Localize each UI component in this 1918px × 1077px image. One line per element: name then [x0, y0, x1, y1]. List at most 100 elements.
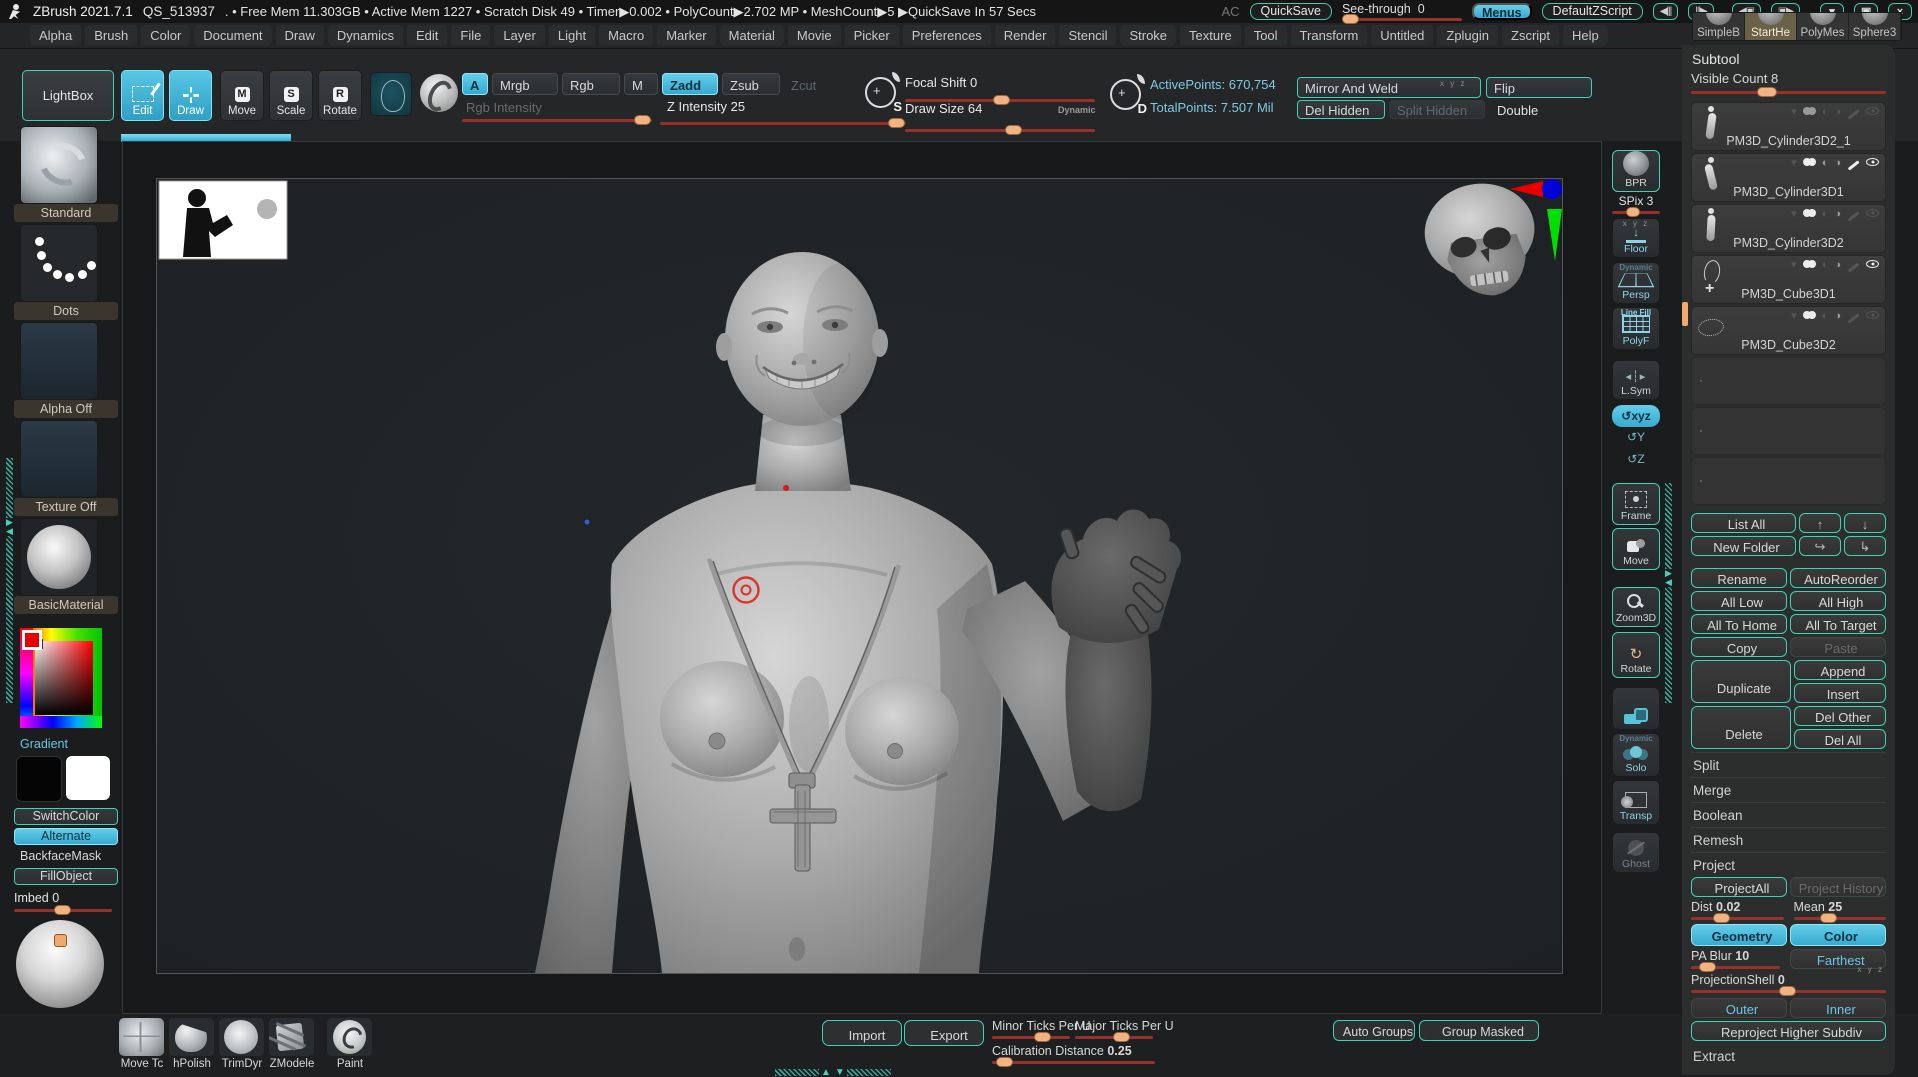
frame-button[interactable]: Frame: [1612, 483, 1660, 525]
mirror-xyz-icon[interactable]: x y z: [1440, 79, 1466, 88]
z-intensity-slider[interactable]: [660, 118, 906, 128]
transp-button[interactable]: Transp: [1612, 780, 1660, 825]
menu-item[interactable]: Picker: [844, 25, 899, 46]
draw-mode-button[interactable]: Draw: [169, 70, 212, 121]
rgb-intensity-handle[interactable]: [634, 115, 651, 125]
menu-item[interactable]: Render: [994, 25, 1056, 46]
inner-button[interactable]: Inner: [1790, 998, 1886, 1018]
menu-item[interactable]: Untitled: [1371, 25, 1434, 46]
subtool-row[interactable]: ▾ ◐ ◑ PM3D_Cube3D2: [1691, 306, 1886, 355]
projection-shell-slider[interactable]: ProjectionShell 0 x y z: [1691, 965, 1886, 996]
left-shelf-thumbnail[interactable]: [20, 518, 98, 596]
brush-edit-icon[interactable]: [1847, 311, 1860, 323]
del-other-button[interactable]: Del Other: [1794, 706, 1886, 726]
color-button[interactable]: Color: [1790, 924, 1886, 946]
menu-item[interactable]: Transform: [1290, 25, 1368, 46]
copy-button[interactable]: Copy: [1691, 637, 1787, 657]
left-shelf-thumbnail[interactable]: [20, 322, 98, 400]
rotate-camera-button[interactable]: ↻ Rotate: [1612, 632, 1660, 678]
subtool-row[interactable]: ▾ ◐ ◑ PM3D_Cylinder3D2_1: [1691, 102, 1886, 151]
imbed-handle[interactable]: [54, 905, 71, 915]
eye-visibility-icon[interactable]: [1866, 158, 1879, 169]
pa-blur-handle[interactable]: [1699, 962, 1716, 972]
minor-ticks-slider[interactable]: Minor Ticks Per U: [992, 1019, 1091, 1042]
quick-brush-item[interactable]: hPolish: [167, 1018, 216, 1070]
rotate-z-button[interactable]: ↺Z: [1620, 452, 1652, 466]
quick-brush-item[interactable]: TrimDyr: [217, 1018, 266, 1070]
double-button[interactable]: Double: [1490, 100, 1564, 119]
scale-mode-button[interactable]: S Scale: [269, 70, 313, 121]
menu-item[interactable]: Help: [1563, 25, 1608, 46]
material-preview-sphere[interactable]: [16, 920, 104, 1008]
edit-mode-button[interactable]: Edit: [121, 70, 164, 121]
del-hidden-button[interactable]: Del Hidden: [1297, 100, 1385, 119]
remesh-section-header[interactable]: Remesh: [1691, 827, 1886, 852]
polypaint-arrow-icon[interactable]: ▾: [1791, 260, 1797, 271]
duplicate-button[interactable]: Duplicate: [1691, 660, 1791, 703]
flip-button[interactable]: Flip: [1486, 77, 1592, 98]
delete-button[interactable]: Delete: [1691, 706, 1791, 749]
split-hidden-button[interactable]: Split Hidden: [1389, 100, 1485, 119]
secondary-color-swatch[interactable]: [66, 756, 110, 800]
outer-button[interactable]: Outer: [1691, 998, 1787, 1018]
visible-count-slider[interactable]: [1691, 87, 1886, 97]
projection-shell-handle[interactable]: [1779, 986, 1796, 996]
project-history-button[interactable]: Project History: [1790, 877, 1886, 897]
group-masked-button[interactable]: Group Masked: [1419, 1020, 1539, 1041]
all-to-target-button[interactable]: All To Target: [1790, 614, 1886, 634]
zcut-button[interactable]: Zcut: [784, 73, 826, 95]
spix-slider[interactable]: [1612, 207, 1660, 217]
switch-color-button[interactable]: SwitchColor: [14, 808, 118, 825]
menu-item[interactable]: Preferences: [902, 25, 991, 46]
pa-blur-slider[interactable]: PA Blur 10: [1691, 949, 1780, 972]
canvas-viewport[interactable]: [122, 141, 1602, 1014]
project-all-button[interactable]: ProjectAll: [1691, 877, 1787, 897]
channel-m-button[interactable]: M: [624, 73, 658, 95]
preview-handle-dot[interactable]: [54, 934, 67, 947]
menus-button[interactable]: Menus: [1471, 3, 1532, 20]
channel-mrgb-button[interactable]: Mrgb: [492, 73, 558, 95]
menu-item[interactable]: Stencil: [1059, 25, 1117, 46]
menu-item[interactable]: Tool: [1244, 25, 1287, 46]
visible-count-handle[interactable]: [1757, 87, 1777, 97]
polypaint-arrow-icon[interactable]: ▾: [1791, 107, 1797, 118]
current-brush-thumbnail[interactable]: [370, 72, 412, 116]
calibration-distance-slider[interactable]: Calibration Distance 0.25: [992, 1044, 1155, 1067]
half-shade-icon[interactable]: ◐: [1822, 311, 1829, 322]
menu-item[interactable]: Texture: [1180, 25, 1241, 46]
local-symmetry-button[interactable]: ◂┆▸ L.Sym: [1612, 360, 1660, 400]
spix-handle[interactable]: [1626, 207, 1640, 217]
auto-groups-button[interactable]: Auto Groups: [1333, 1020, 1415, 1041]
menu-item[interactable]: Document: [194, 25, 272, 46]
export-button[interactable]: Export: [904, 1020, 984, 1046]
scroll-left-icon[interactable]: ◀|||: [1652, 3, 1679, 20]
menu-item[interactable]: Movie: [787, 25, 841, 46]
tool-popup-item[interactable]: Sphere3: [1849, 13, 1901, 40]
all-low-button[interactable]: All Low: [1691, 591, 1787, 611]
tool-popup-item[interactable]: PolyMes: [1797, 13, 1849, 40]
right-tray-divider[interactable]: ▶ ◀: [1664, 483, 1673, 703]
channel-a-button[interactable]: A: [462, 73, 488, 95]
calibration-handle[interactable]: [996, 1057, 1013, 1067]
camera-lock-button[interactable]: [1612, 687, 1660, 730]
fill-object-button[interactable]: FillObject: [14, 868, 118, 885]
half-shade-icon[interactable]: ◐: [1822, 158, 1829, 169]
bpr-button[interactable]: BPR: [1612, 150, 1660, 192]
subtool-scrollbar-segment[interactable]: [1682, 302, 1688, 326]
menu-item[interactable]: Material: [719, 25, 784, 46]
eye-visibility-icon[interactable]: [1866, 107, 1879, 118]
see-through-handle[interactable]: [1341, 14, 1359, 24]
z-intensity-handle[interactable]: [888, 118, 905, 128]
menu-item[interactable]: Light: [548, 25, 596, 46]
polypaint-arrow-icon[interactable]: ▾: [1791, 158, 1797, 169]
menu-item[interactable]: Macro: [599, 25, 654, 46]
color-picker[interactable]: [20, 628, 102, 728]
folder-redo-icon[interactable]: ↪: [1799, 536, 1841, 556]
brush-edit-icon[interactable]: [1847, 107, 1860, 119]
reproject-higher-subdiv-button[interactable]: Reproject Higher Subdiv: [1691, 1021, 1886, 1041]
subtool-row[interactable]: ▾ ◐ ◑ PM3D_Cube3D1: [1691, 255, 1886, 304]
insert-button[interactable]: Insert: [1794, 683, 1886, 703]
polypaint-icon[interactable]: [1802, 311, 1816, 322]
menu-item[interactable]: Color: [141, 25, 191, 46]
stroke-type-thumbnail[interactable]: [420, 74, 458, 116]
